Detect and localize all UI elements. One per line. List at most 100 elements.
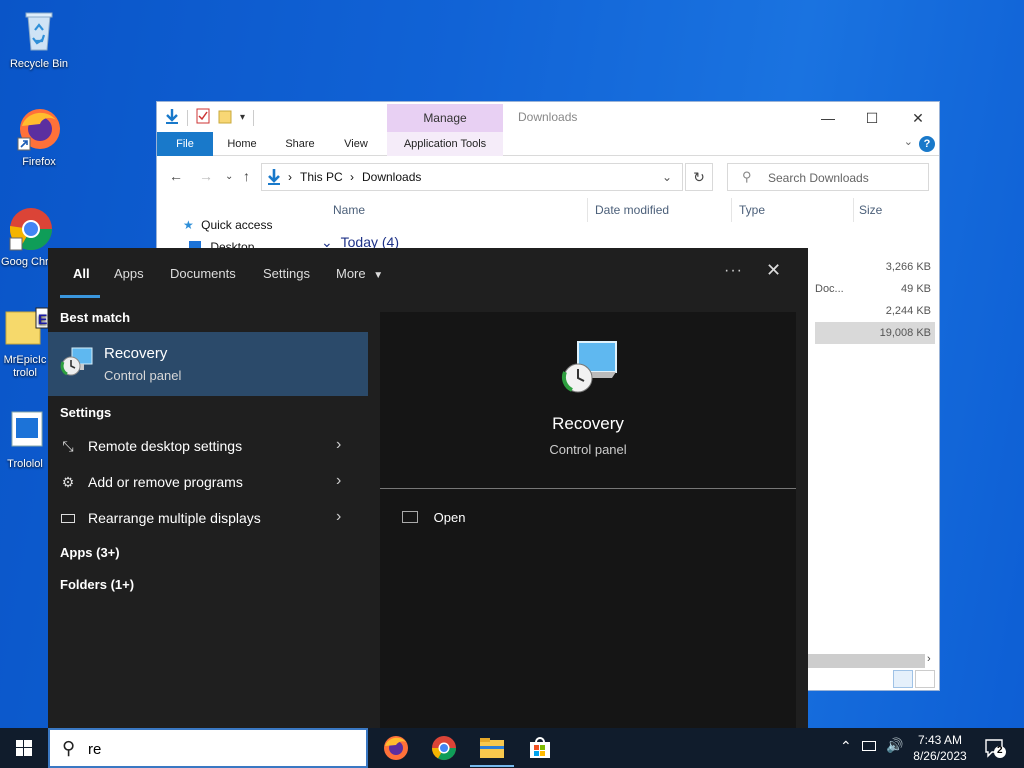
collapse-ribbon-icon[interactable]: ⌄ <box>904 135 913 148</box>
desktop-icon-trololol[interactable]: Trololol <box>0 408 50 471</box>
system-tray: ⌃ 🔊 <box>836 728 906 768</box>
tab-home[interactable]: Home <box>219 132 265 156</box>
column-divider[interactable] <box>731 198 732 222</box>
maximize-button[interactable]: ☐ <box>849 106 895 130</box>
new-folder-icon[interactable] <box>218 108 232 127</box>
folder-icon: E <box>2 304 49 350</box>
column-name[interactable]: Name <box>333 203 365 217</box>
scroll-right-icon[interactable]: › <box>927 653 931 665</box>
search-placeholder: Search Downloads <box>768 171 869 185</box>
tab-documents[interactable]: Documents <box>170 266 236 281</box>
taskbar: ⚲ ⌃ 🔊 7:43 AM 8/26/2023 2 <box>0 728 1024 768</box>
column-size[interactable]: Size <box>859 203 882 217</box>
customize-toolbar-icon[interactable]: ▾ <box>240 112 245 123</box>
nav-quick-access[interactable]: ★ Quick access <box>183 218 272 232</box>
address-bar[interactable]: › This PC › Downloads ⌄ <box>261 163 683 191</box>
breadcrumb-downloads[interactable]: Downloads <box>362 170 421 184</box>
taskbar-firefox-icon[interactable] <box>382 734 410 762</box>
file-type: Doc... <box>815 283 844 295</box>
taskbar-file-explorer-icon[interactable] <box>470 734 514 767</box>
remote-desktop-icon: ⤡ <box>62 438 74 454</box>
tab-share[interactable]: Share <box>277 132 323 156</box>
tab-file[interactable]: File <box>157 132 213 156</box>
back-button[interactable]: ← <box>169 168 183 184</box>
gear-icon: ⚙ <box>61 474 75 490</box>
search-input[interactable] <box>88 738 348 760</box>
details-view-icon[interactable] <box>893 670 913 688</box>
horizontal-scrollbar[interactable] <box>797 654 925 668</box>
ellipsis-icon[interactable]: ··· <box>724 262 743 280</box>
desktop-icon-recycle-bin[interactable]: Recycle Bin <box>0 8 78 71</box>
taskbar-store-icon[interactable] <box>526 734 554 762</box>
tab-all[interactable]: All <box>73 266 90 281</box>
start-search-panel: All Apps Documents Settings More ▼ ··· ✕… <box>48 248 808 728</box>
minimize-button[interactable]: — <box>805 106 851 130</box>
tab-application-tools[interactable]: Application Tools <box>387 132 503 156</box>
address-dropdown-icon[interactable]: ⌄ <box>662 170 672 184</box>
manage-tab[interactable]: Manage <box>387 104 503 132</box>
properties-icon[interactable] <box>196 108 210 127</box>
forward-button[interactable]: → <box>199 168 213 184</box>
start-button[interactable] <box>0 728 48 768</box>
file-size: 49 KB <box>901 283 931 295</box>
column-divider[interactable] <box>587 198 588 222</box>
column-date-modified[interactable]: Date modified <box>595 203 669 217</box>
download-arrow-icon[interactable] <box>165 108 179 127</box>
file-row[interactable]: 2,244 KB <box>815 300 935 322</box>
file-row[interactable]: 3,266 KB <box>815 256 935 278</box>
group-header-today[interactable]: ⌄ Today (4) <box>321 234 399 248</box>
taskbar-chrome-icon[interactable] <box>430 734 458 762</box>
file-row[interactable]: Doc... 49 KB <box>815 278 935 300</box>
column-divider[interactable] <box>853 198 854 222</box>
large-icons-view-icon[interactable] <box>915 670 935 688</box>
desktop-icon-firefox[interactable]: Firefox <box>0 106 78 169</box>
desktop-icon-file[interactable]: E MrEpicIc trolol <box>0 304 50 380</box>
svg-text:E: E <box>38 311 47 327</box>
help-icon[interactable]: ? <box>919 136 935 152</box>
folders-heading[interactable]: Folders (1+) <box>60 577 134 592</box>
column-type[interactable]: Type <box>739 203 765 217</box>
best-match-subtitle: Control panel <box>104 368 182 383</box>
document-icon <box>2 408 48 454</box>
recent-locations-icon[interactable]: ⌄ <box>225 171 233 182</box>
breadcrumb-separator[interactable]: › <box>288 170 292 184</box>
star-icon: ★ <box>183 218 194 232</box>
desktop-icon-label: MrEpicIc trolol <box>3 354 47 379</box>
refresh-button[interactable]: ↻ <box>685 163 713 191</box>
clock[interactable]: 7:43 AM 8/26/2023 <box>910 732 970 764</box>
settings-item-add-remove-programs[interactable]: ⚙ Add or remove programs › <box>48 465 368 499</box>
open-action[interactable]: Open <box>402 510 465 525</box>
notification-center-icon[interactable]: 2 <box>984 738 1006 758</box>
chevron-right-icon[interactable]: › <box>336 472 341 490</box>
settings-item-remote-desktop[interactable]: ⤡ Remote desktop settings › <box>48 429 368 463</box>
breadcrumb-this-pc[interactable]: This PC <box>300 170 343 184</box>
file-size: 3,266 KB <box>885 261 931 273</box>
firefox-icon <box>16 106 62 152</box>
volume-icon[interactable]: 🔊 <box>886 737 903 754</box>
tab-settings[interactable]: Settings <box>263 266 310 281</box>
settings-item-rearrange-displays[interactable]: Rearrange multiple displays › <box>48 501 368 535</box>
chevron-up-icon[interactable]: ⌃ <box>840 738 852 755</box>
close-icon[interactable]: ✕ <box>766 260 781 281</box>
caret-down-icon: ▼ <box>373 270 384 281</box>
search-icon: ⚲ <box>62 738 76 758</box>
file-row-selected[interactable]: 19,008 KB <box>815 322 935 344</box>
taskbar-search-box[interactable]: ⚲ <box>48 728 368 768</box>
chevron-down-icon: ⌄ <box>321 234 333 248</box>
search-downloads-field[interactable]: ⚲ Search Downloads <box>727 163 929 191</box>
up-button[interactable]: ↑ <box>243 168 250 184</box>
breadcrumb-separator[interactable]: › <box>350 170 354 184</box>
chevron-right-icon[interactable]: › <box>336 436 341 454</box>
active-app-indicator <box>470 765 514 767</box>
tab-view[interactable]: View <box>335 132 377 156</box>
tab-apps[interactable]: Apps <box>114 266 144 281</box>
chevron-right-icon[interactable]: › <box>336 508 341 526</box>
tab-more[interactable]: More ▼ <box>336 266 383 281</box>
settings-heading: Settings <box>60 405 112 420</box>
best-match-recovery[interactable]: Recovery Control panel <box>48 332 368 396</box>
settings-item-label: Rearrange multiple displays <box>88 510 261 526</box>
apps-heading[interactable]: Apps (3+) <box>60 545 120 560</box>
close-button[interactable]: ✕ <box>895 106 941 130</box>
best-match-title: Recovery <box>104 345 168 362</box>
network-icon[interactable] <box>862 741 876 751</box>
